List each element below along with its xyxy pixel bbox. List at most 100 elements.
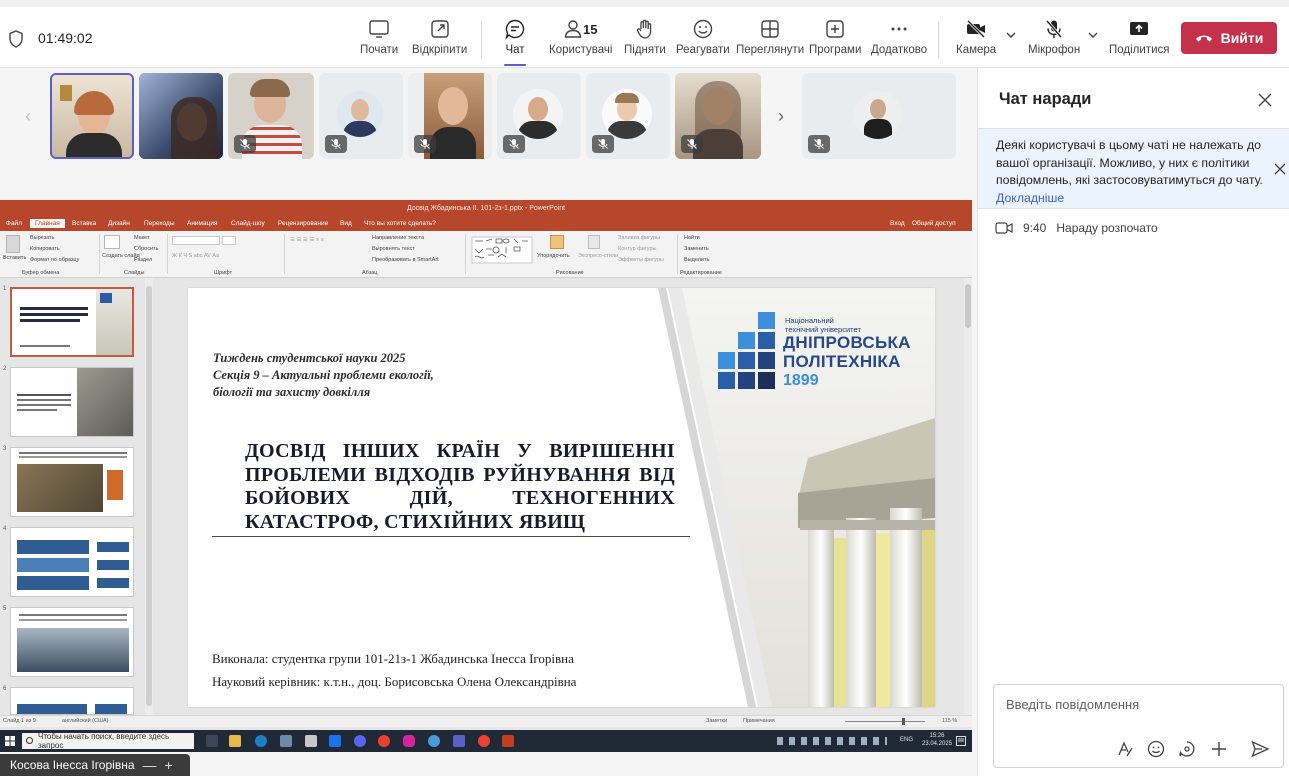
participant-tile[interactable] [675, 73, 761, 159]
slide-thumbnail[interactable] [10, 367, 134, 437]
task-view-icon[interactable] [206, 735, 218, 747]
chevron-down-icon[interactable] [1087, 30, 1099, 40]
minimize-icon[interactable]: — [143, 757, 157, 773]
ppt-menu-home[interactable]: Главная [30, 219, 65, 228]
app-icon[interactable] [305, 735, 317, 747]
plus-icon[interactable]: + [165, 757, 173, 773]
slide-thumbnail[interactable] [10, 527, 134, 597]
windows-start-icon[interactable] [5, 736, 15, 746]
status-zoom[interactable]: 115 % [942, 718, 957, 724]
close-icon[interactable] [1273, 162, 1287, 176]
start-button[interactable]: Почати [360, 18, 398, 62]
chrome-icon[interactable] [378, 735, 390, 747]
windows-search-box[interactable]: Чтобы начать поиск, введите здесь запрос [22, 732, 194, 750]
ribbon-find[interactable]: Найти [684, 235, 700, 241]
ppt-signin[interactable]: Вход [890, 220, 905, 227]
status-notes[interactable]: Заметки [706, 718, 727, 724]
app-icon[interactable] [428, 735, 440, 747]
participant-tile[interactable] [497, 73, 581, 159]
chevron-down-icon[interactable] [1005, 30, 1017, 40]
keyboard-language[interactable]: ENG [900, 737, 913, 743]
mic-button[interactable]: Мікрофон [1028, 18, 1080, 62]
ribbon-arrange[interactable]: Упорядочить [537, 253, 570, 259]
ribbon-reset[interactable]: Сбросить [134, 246, 158, 252]
ribbon-copy[interactable]: Копировать [30, 246, 60, 252]
ribbon-text-direction[interactable]: Направление текста [372, 235, 424, 241]
notifications-icon[interactable] [956, 736, 966, 746]
ribbon-quick-styles[interactable]: Экспресс-стили [578, 253, 618, 259]
ppt-menu-animations[interactable]: Анимация [187, 220, 218, 227]
chat-button[interactable]: Чат [504, 18, 526, 66]
view-button[interactable]: Переглянути [736, 18, 804, 62]
ppt-tellme[interactable]: Что вы хотите сделать? [364, 220, 436, 227]
strip-prev-arrow[interactable]: ‹ [21, 106, 35, 126]
ribbon-shape-effects[interactable]: Эффекты фигуры [618, 257, 664, 263]
ribbon-paragraph-controls[interactable]: ☰ ☰ ☰ ☰ ≡ ≡ [290, 237, 324, 243]
close-icon[interactable] [1257, 92, 1273, 108]
learn-more-link[interactable]: Докладніше [996, 191, 1064, 205]
leave-button[interactable]: Вийти [1181, 22, 1277, 54]
discord-icon[interactable] [354, 735, 366, 747]
ppt-menu-transitions[interactable]: Переходы [144, 220, 175, 227]
ppt-menu-insert[interactable]: Вставка [72, 220, 96, 227]
teams-icon[interactable] [453, 735, 465, 747]
system-tray-icons[interactable] [777, 737, 887, 745]
ppt-menu-slideshow[interactable]: Слайд-шоу [231, 220, 265, 227]
participant-tile[interactable] [586, 73, 670, 159]
slide-thumbnail[interactable] [10, 447, 134, 517]
ppt-menu-review[interactable]: Рецензирование [278, 220, 328, 227]
slide-thumbnail[interactable] [10, 687, 134, 715]
ppt-menu-design[interactable]: Дизайн [108, 220, 130, 227]
ribbon-section[interactable]: Раздел [134, 257, 152, 263]
participant-tile[interactable] [408, 73, 492, 159]
message-input[interactable] [1006, 697, 1266, 712]
system-clock[interactable]: 15:26 23.04.2025 [922, 733, 952, 748]
participant-tile[interactable] [139, 73, 223, 159]
edge-icon[interactable] [255, 735, 267, 747]
strip-next-arrow[interactable]: › [774, 106, 788, 126]
shapes-gallery[interactable] [470, 235, 534, 265]
app-icon[interactable] [329, 735, 341, 747]
status-comments[interactable]: Примечания [743, 718, 775, 724]
react-button[interactable]: Реагувати [676, 18, 730, 62]
ribbon-replace[interactable]: Заменить [684, 246, 709, 252]
ppt-menu-view[interactable]: Вид [340, 220, 352, 227]
format-icon[interactable] [1115, 739, 1135, 759]
file-explorer-icon[interactable] [229, 735, 241, 747]
loop-icon[interactable] [1177, 739, 1197, 759]
participant-tile[interactable] [228, 73, 314, 159]
camera-button[interactable]: Камера [956, 18, 996, 62]
popout-button[interactable]: Відкріпити [412, 18, 467, 62]
ribbon-shape-outline[interactable]: Контур фигуры [618, 246, 656, 252]
plus-icon[interactable] [1209, 739, 1229, 759]
ribbon-cut[interactable]: Вырезать [30, 235, 54, 241]
more-button[interactable]: Додатково [871, 18, 927, 62]
people-button[interactable]: Користувачі [549, 18, 612, 62]
instagram-icon[interactable] [403, 735, 415, 747]
ribbon-font-styles[interactable]: Ж К Ч S abc AV Аа [172, 253, 219, 259]
share-button[interactable]: Поділитися [1109, 18, 1169, 62]
slide-canvas[interactable]: Національний технічний університет ДНІПР… [188, 288, 935, 707]
ribbon-smartart[interactable]: Преобразовать в SmartArt [372, 257, 439, 263]
ribbon-align-text[interactable]: Выровнять текст [372, 246, 415, 252]
store-icon[interactable] [280, 735, 292, 747]
slide-thumbnail[interactable] [10, 287, 134, 357]
thumbnails-scrollbar[interactable] [145, 278, 153, 715]
ppt-share[interactable]: Общий доступ [912, 220, 956, 227]
chrome-icon[interactable] [478, 735, 490, 747]
send-icon[interactable] [1250, 739, 1270, 759]
participant-tile[interactable] [50, 73, 134, 159]
ribbon-select[interactable]: Выделить [684, 257, 709, 263]
slide-scrollbar[interactable] [964, 278, 972, 715]
ribbon-shape-fill[interactable]: Заливка фигуры [618, 235, 660, 241]
powerpoint-icon[interactable] [502, 735, 514, 747]
ribbon-paste[interactable]: Вставить [3, 255, 26, 261]
participant-tile[interactable] [802, 73, 956, 159]
apps-button[interactable]: Програми [809, 18, 861, 62]
participant-tile[interactable] [319, 73, 403, 159]
slide-thumbnail[interactable] [10, 607, 134, 677]
ribbon-format-painter[interactable]: Формат по образцу [30, 257, 79, 263]
ribbon-layout[interactable]: Макет [134, 235, 150, 241]
ppt-menu-file[interactable]: Файл [6, 220, 22, 227]
emoji-icon[interactable] [1146, 739, 1166, 759]
